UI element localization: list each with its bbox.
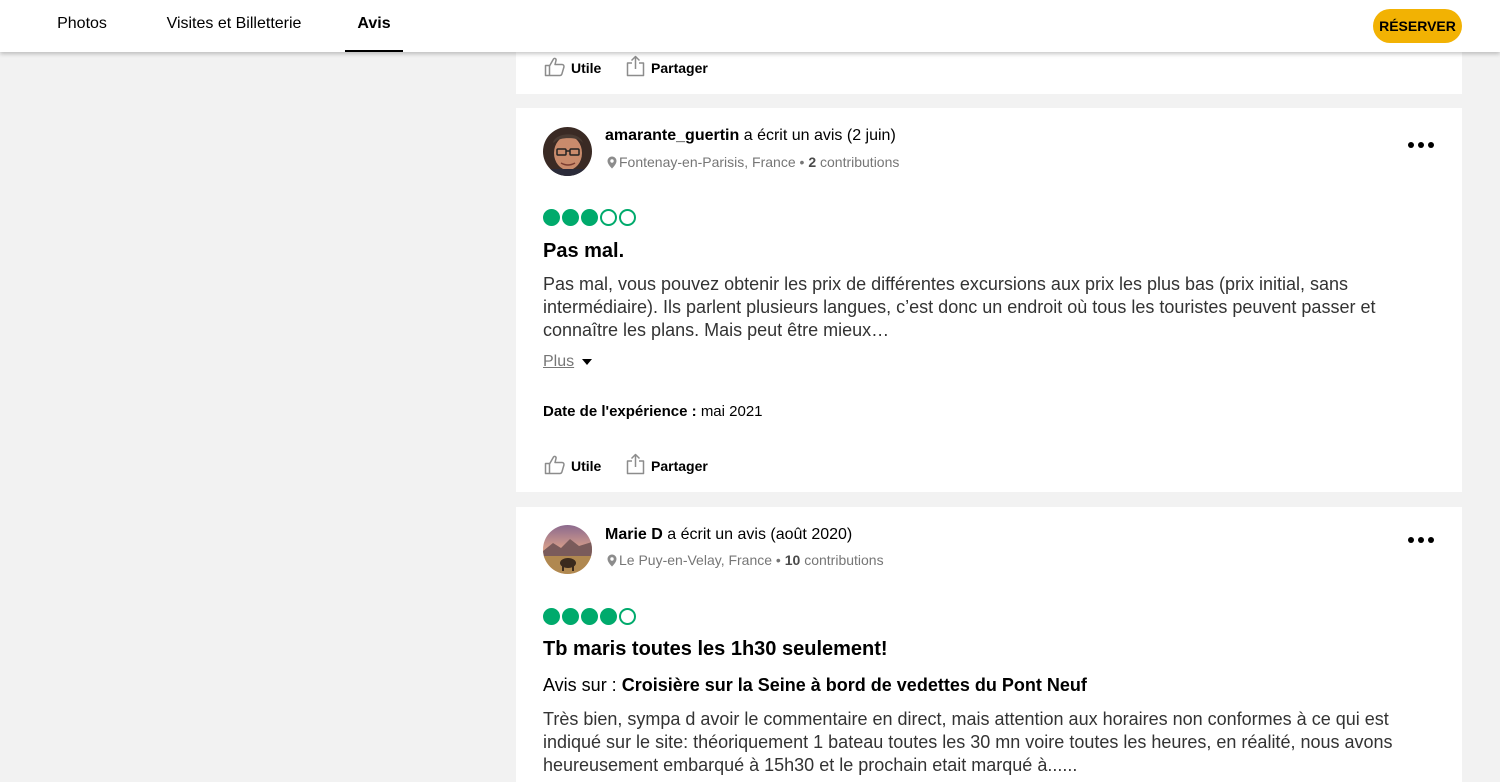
- bubble-filled-icon: [562, 608, 579, 625]
- experience-date-label: Date de l'expérience :: [543, 403, 697, 420]
- bubble-filled-icon: [543, 209, 560, 226]
- review-card: amarante_guertin a écrit un avis (2 juin…: [516, 108, 1462, 492]
- tab-photos[interactable]: Photos: [50, 0, 114, 52]
- location-pin-icon: [607, 156, 617, 169]
- review-date-text: a écrit un avis (août 2020): [667, 526, 853, 543]
- bubble-empty-icon: [619, 209, 636, 226]
- review-about-link[interactable]: Croisière sur la Seine à bord de vedette…: [622, 675, 1087, 695]
- review-body: Très bien, sympa d avoir le commentaire …: [543, 709, 1393, 775]
- bubble-filled-icon: [581, 608, 598, 625]
- share-button[interactable]: Partager: [626, 55, 716, 77]
- review-date-text: a écrit un avis (2 juin): [743, 127, 896, 144]
- share-label: Partager: [651, 60, 708, 76]
- author-name[interactable]: Marie D: [605, 526, 663, 543]
- helpful-label: Utile: [571, 458, 602, 474]
- reserve-button[interactable]: RÉSERVER: [1373, 9, 1462, 43]
- avatar[interactable]: [543, 127, 592, 176]
- share-label: Partager: [651, 458, 708, 474]
- bubble-filled-icon: [600, 608, 617, 625]
- author-meta: Le Puy-en-Velay, France • 10 contributio…: [607, 552, 884, 568]
- more-options-icon[interactable]: [1408, 535, 1434, 545]
- contributions-count: 10: [784, 552, 801, 568]
- contributions-label: contributions: [804, 552, 884, 568]
- tab-reviews[interactable]: Avis: [345, 0, 403, 52]
- author-location: Le Puy-en-Velay, France •: [619, 552, 781, 568]
- share-icon: [626, 55, 645, 77]
- top-nav-bar: Photos Visites et Billetterie Avis RÉSER…: [0, 0, 1500, 52]
- contributions-label: contributions: [820, 154, 900, 170]
- helpful-label: Utile: [571, 60, 602, 76]
- helpful-button[interactable]: Utile: [544, 455, 604, 477]
- review-title[interactable]: Pas mal.: [543, 240, 624, 263]
- experience-date-value: mai 2021: [700, 403, 763, 420]
- review-title[interactable]: Tb maris toutes les 1h30 seulement!: [543, 638, 888, 661]
- author-meta: Fontenay-en-Parisis, France • 2 contribu…: [607, 154, 899, 170]
- chevron-down-icon[interactable]: [582, 359, 592, 365]
- review-about: Avis sur : Croisière sur la Seine à bord…: [543, 675, 1087, 696]
- share-icon: [626, 453, 645, 475]
- bubble-empty-icon: [619, 608, 636, 625]
- share-button[interactable]: Partager: [626, 453, 716, 475]
- bubble-rating: [543, 209, 636, 227]
- review-about-label: Avis sur :: [543, 675, 617, 695]
- avatar[interactable]: [543, 525, 592, 574]
- author-location: Fontenay-en-Parisis, France •: [619, 154, 805, 170]
- author-name[interactable]: amarante_guertin: [605, 127, 739, 144]
- bubble-filled-icon: [581, 209, 598, 226]
- location-pin-icon: [607, 554, 617, 567]
- contributions-count: 2: [808, 154, 817, 170]
- bubble-filled-icon: [562, 209, 579, 226]
- read-more-link[interactable]: Plus: [543, 353, 574, 371]
- tab-tours-tickets[interactable]: Visites et Billetterie: [158, 0, 310, 52]
- thumbs-up-icon: [544, 57, 565, 77]
- review-body: Pas mal, vous pouvez obtenir les prix de…: [543, 274, 1376, 340]
- experience-date: Date de l'expérience : mai 2021: [543, 403, 763, 420]
- helpful-button[interactable]: Utile: [544, 57, 604, 79]
- thumbs-up-icon: [544, 455, 565, 475]
- review-card: Marie D a écrit un avis (août 2020) Le P…: [516, 507, 1462, 782]
- bubble-empty-icon: [600, 209, 617, 226]
- bubble-rating: [543, 608, 636, 626]
- review-author-line: Marie D a écrit un avis (août 2020): [605, 526, 852, 544]
- review-author-line: amarante_guertin a écrit un avis (2 juin…: [605, 127, 896, 145]
- more-options-icon[interactable]: [1408, 140, 1434, 150]
- bubble-filled-icon: [543, 608, 560, 625]
